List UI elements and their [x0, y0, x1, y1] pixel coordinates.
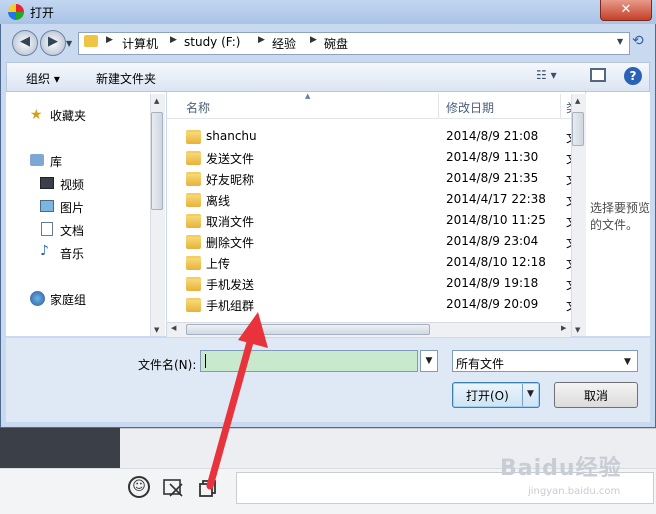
annotation-arrow — [206, 312, 268, 490]
arrow-head — [238, 312, 268, 348]
arrow-shaft — [206, 331, 256, 490]
